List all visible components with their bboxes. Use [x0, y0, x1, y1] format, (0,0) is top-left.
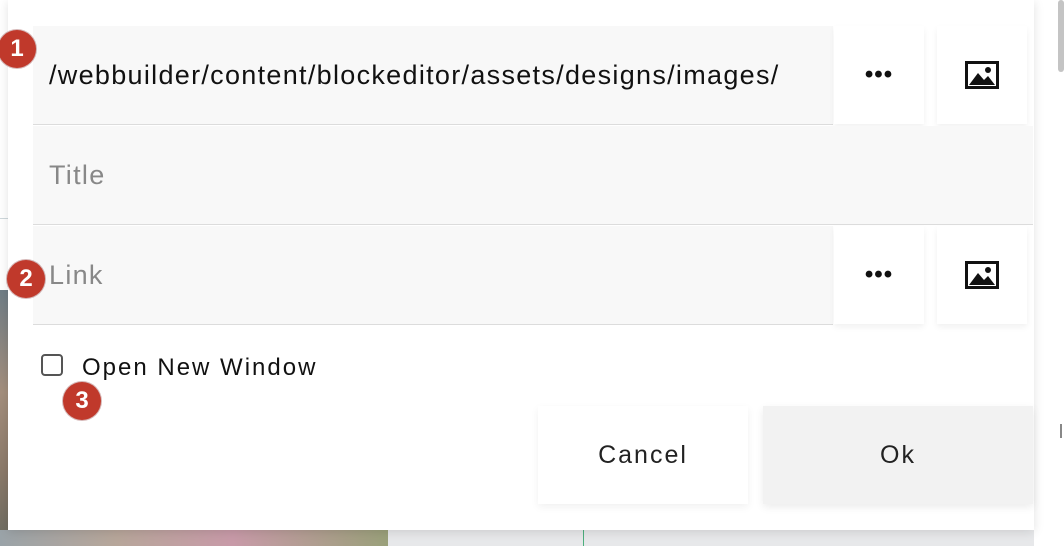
image-icon [965, 61, 999, 89]
more-icon: ••• [864, 261, 894, 288]
image-path-input[interactable]: /webbuilder/content/blockeditor/assets/d… [49, 26, 833, 124]
background-panel-bottom [388, 530, 1064, 546]
link-input[interactable]: Link [49, 226, 833, 324]
background-guide-line [583, 530, 584, 546]
image-icon [965, 261, 999, 289]
link-browse-button[interactable]: ••• [834, 226, 924, 324]
open-new-window-label[interactable]: Open New Window [82, 354, 317, 382]
open-new-window-option[interactable] [41, 354, 63, 376]
screen: /webbuilder/content/blockeditor/assets/d… [0, 0, 1064, 546]
image-path-browse-button[interactable]: ••• [834, 26, 924, 124]
annotation-marker-2: 2 [7, 260, 45, 298]
background-page-right [1034, 0, 1064, 546]
image-properties-dialog: /webbuilder/content/blockeditor/assets/d… [8, 0, 1034, 530]
title-row: Title [33, 126, 1033, 225]
scrollbar-thumb[interactable] [1058, 0, 1064, 72]
annotation-marker-3: 3 [63, 382, 101, 420]
image-path-row: /webbuilder/content/blockeditor/assets/d… [33, 26, 833, 125]
background-tick [1060, 424, 1062, 438]
image-path-picker-button[interactable] [937, 26, 1027, 124]
more-icon: ••• [864, 61, 894, 88]
open-new-window-checkbox[interactable] [41, 354, 63, 376]
background-photo-left [0, 290, 8, 546]
link-row: Link [33, 226, 833, 325]
link-picker-button[interactable] [937, 226, 1027, 324]
cancel-button[interactable]: Cancel [538, 406, 748, 504]
title-input[interactable]: Title [49, 126, 1029, 224]
ok-button[interactable]: Ok [763, 406, 1033, 504]
background-photo-bottom [0, 530, 388, 546]
background-divider [0, 218, 8, 219]
